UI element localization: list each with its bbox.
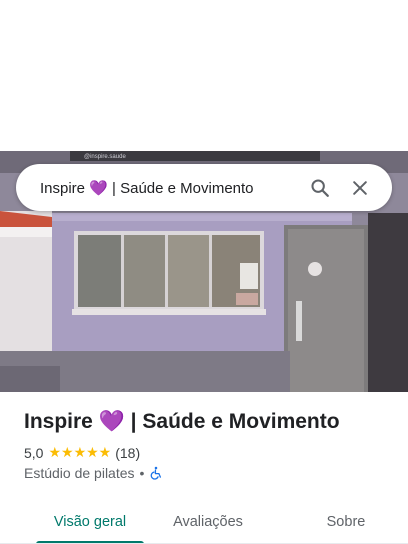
- tab-overview[interactable]: Visão geral: [36, 500, 144, 544]
- wheelchair-icon[interactable]: [149, 466, 163, 480]
- rating-value: 5,0: [24, 444, 44, 461]
- rating-row[interactable]: 5,0 ★★★★★ (18): [24, 444, 140, 461]
- separator-dot: •: [139, 465, 145, 481]
- place-category: Estúdio de pilates: [24, 465, 135, 481]
- place-tabs: Visão geral Avaliações Sobre: [0, 500, 408, 544]
- blank-map-area: [0, 0, 408, 151]
- star-rating-icon: ★★★★★: [48, 444, 112, 460]
- search-icon[interactable]: [300, 168, 340, 208]
- tab-about[interactable]: Sobre: [316, 500, 376, 544]
- close-icon[interactable]: [340, 168, 380, 208]
- search-input[interactable]: Inspire 💜 | Saúde e Movimento: [40, 179, 300, 197]
- place-title: Inspire 💜 | Saúde e Movimento: [24, 410, 340, 433]
- search-bar[interactable]: Inspire 💜 | Saúde e Movimento: [16, 164, 392, 211]
- category-row: Estúdio de pilates •: [24, 465, 163, 481]
- place-details-panel: Inspire 💜 | Saúde e Movimento 5,0 ★★★★★ …: [0, 392, 408, 544]
- facade-sign-text: @inspire.saude: [84, 154, 126, 160]
- review-count[interactable]: (18): [115, 445, 140, 461]
- tab-reviews[interactable]: Avaliações: [168, 500, 248, 544]
